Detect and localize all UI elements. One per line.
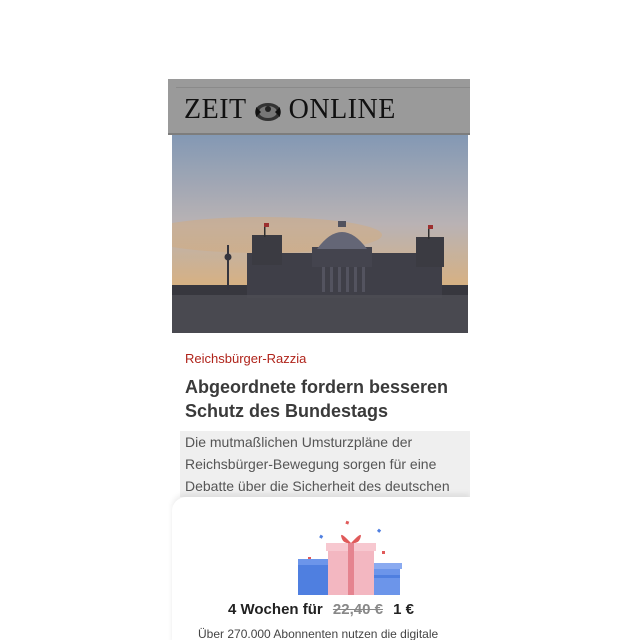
offer-price: 4 Wochen für 22,40 € 1 € xyxy=(172,601,470,618)
teaser-line: Reichsbürger-Bewegung sorgen für eine xyxy=(185,456,437,472)
article-teaser[interactable]: Die mutmaßlichen Umsturzpläne der Reichs… xyxy=(180,431,470,497)
article-image[interactable] xyxy=(172,135,468,333)
subscription-overlay: 4 Wochen für 22,40 € 1 € Über 270.000 Ab… xyxy=(172,497,470,640)
headline-line: Schutz des Bundestags xyxy=(185,401,389,421)
site-header: ZEIT ONLINE xyxy=(168,79,470,135)
old-price: 22,40 € xyxy=(332,601,383,618)
zeit-online-logo[interactable]: ZEIT ONLINE xyxy=(184,93,396,127)
logo-text-online: ONLINE xyxy=(288,94,396,125)
teaser-line: Die mutmaßlichen Umsturzpläne der xyxy=(185,434,413,450)
gift-icon xyxy=(298,517,402,597)
article-headline[interactable]: Abgeordnete fordern besseren Schutz des … xyxy=(185,375,469,423)
header-divider xyxy=(176,87,470,88)
teaser-line: Debatte über die Sicherheit des deutsche… xyxy=(185,478,450,494)
headline-line: Abgeordnete fordern besseren xyxy=(185,377,449,397)
eagle-icon xyxy=(253,99,283,121)
article-kicker[interactable]: Reichsbürger-Razzia xyxy=(185,351,306,366)
app-screen: ZEIT ONLINE Reichsbürger-Razzia Abgeordn… xyxy=(168,79,470,640)
subscriber-note: Über 270.000 Abonnenten nutzen die digit… xyxy=(198,627,439,640)
offer-prefix: 4 Wochen für xyxy=(228,601,323,618)
new-price: 1 € xyxy=(393,601,414,618)
logo-text-zeit: ZEIT xyxy=(184,94,247,125)
